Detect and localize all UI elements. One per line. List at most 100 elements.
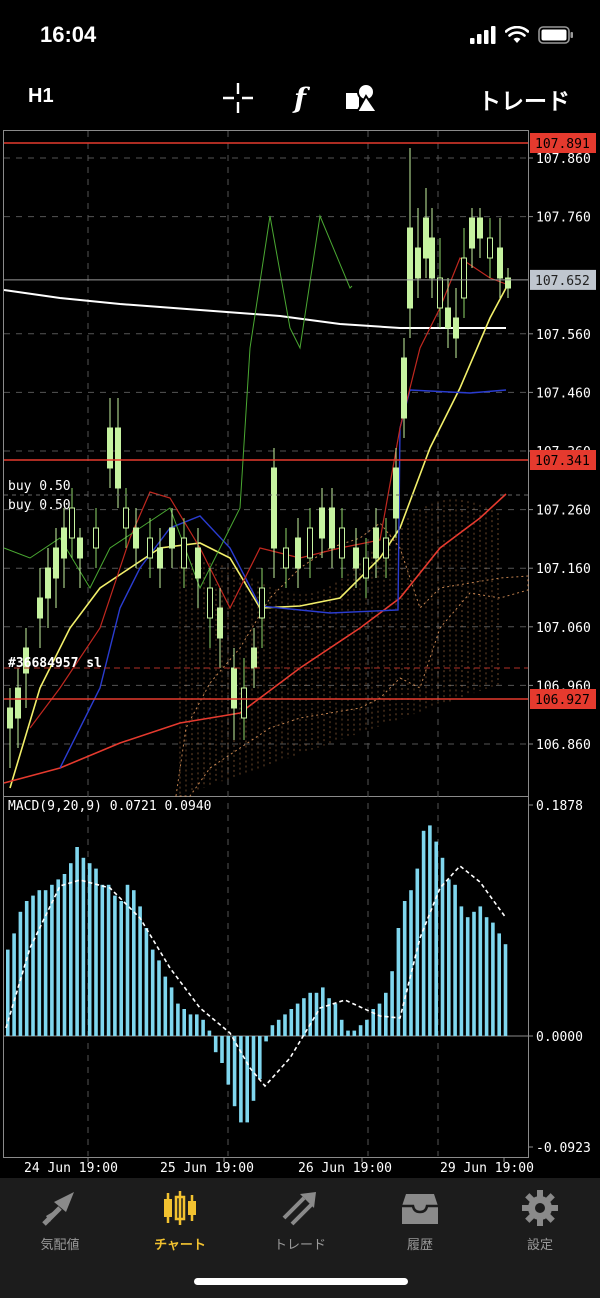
price-tick-label: 107.760: [536, 211, 591, 226]
candle-body: [271, 467, 277, 549]
macd-bar: [415, 868, 420, 1036]
candle-body: [207, 587, 213, 619]
candle-body: [415, 247, 421, 279]
tab-settings[interactable]: 設定: [480, 1188, 600, 1258]
ma-red-line: [3, 493, 507, 784]
candle-body: [45, 567, 51, 599]
macd-bar: [289, 1009, 294, 1036]
candle-body: [77, 537, 83, 559]
tab-quotes[interactable]: 気配値: [0, 1188, 120, 1258]
candle-body: [437, 277, 443, 309]
macd-bar: [258, 1036, 262, 1080]
macd-bar: [346, 1030, 350, 1036]
tab-chart[interactable]: チャート: [120, 1188, 240, 1258]
macd-bar: [302, 998, 306, 1036]
macd-bar: [113, 895, 117, 1036]
macd-bar: [6, 949, 10, 1036]
tab-trade-label: トレード: [273, 1238, 326, 1253]
tab-quotes-label: 気配値: [40, 1238, 80, 1253]
candle-body: [469, 217, 475, 249]
level-label: 107.341: [535, 454, 590, 469]
macd-bar: [56, 879, 60, 1036]
candle-body: [181, 537, 187, 569]
svg-text:f: f: [292, 82, 311, 115]
tab-trade[interactable]: トレード: [240, 1188, 360, 1258]
macd-bar: [472, 911, 476, 1036]
macd-bar: [150, 949, 155, 1036]
candle-body: [37, 597, 43, 619]
price-tick-label: 107.860: [536, 152, 591, 167]
macd-bar: [270, 1025, 275, 1036]
candle-body: [363, 557, 369, 579]
candle-body: [157, 547, 163, 569]
candle-body: [487, 237, 493, 259]
macd-bar: [176, 1003, 180, 1036]
macd-bar: [339, 1019, 344, 1036]
macd-bar: [188, 1014, 193, 1036]
status-icons: [470, 26, 574, 44]
candle-body: [339, 527, 345, 559]
macd-bar: [478, 906, 483, 1036]
signal-icon: [470, 26, 496, 44]
trade-icon: [282, 1192, 316, 1226]
macd-bar: [220, 1036, 224, 1063]
function-icon[interactable]: f: [282, 80, 318, 116]
macd-bar: [62, 874, 67, 1036]
candle-body: [393, 467, 399, 519]
wifi-icon: [505, 26, 529, 43]
macd-bar: [226, 1036, 231, 1085]
order-label: buy 0.50: [8, 479, 71, 494]
macd-bar: [232, 1036, 237, 1107]
candle-body: [259, 587, 265, 619]
trade-button[interactable]: トレード: [478, 82, 570, 116]
macd-bar: [182, 1009, 186, 1036]
objects-icon[interactable]: [344, 80, 380, 116]
macd-bar: [195, 1014, 199, 1036]
chart-toolbar: H1 f トレード: [0, 70, 600, 128]
time-label: 26 Jun 19:00: [298, 1161, 392, 1176]
candle-body: [329, 507, 335, 549]
ma-white-line: [3, 289, 506, 329]
macd-bar: [276, 1019, 281, 1036]
macd-bar: [163, 976, 168, 1036]
macd-bar: [365, 1019, 369, 1036]
price-chart[interactable]: 107.860107.760107.560107.460107.360107.2…: [0, 128, 600, 1178]
order-label: #36684957 sl: [8, 656, 102, 671]
macd-bar: [358, 1025, 363, 1036]
candle-body: [7, 707, 13, 729]
current-price-label: 107.652: [535, 274, 590, 289]
macd-bar: [50, 884, 54, 1036]
timeframe-button[interactable]: H1: [28, 85, 54, 108]
price-tick-label: 106.860: [536, 738, 591, 753]
macd-bar: [207, 1030, 212, 1036]
macd-bar: [87, 863, 92, 1036]
price-tick-label: 107.060: [536, 621, 591, 636]
crosshair-icon[interactable]: [220, 80, 256, 116]
quotes-icon: [42, 1192, 74, 1226]
macd-bar: [138, 906, 142, 1036]
macd-bar: [396, 928, 401, 1036]
candle-body: [383, 537, 389, 559]
macd-bar: [491, 922, 495, 1036]
time-label: 25 Jun 19:00: [160, 1161, 254, 1176]
tab-history[interactable]: 履歴: [360, 1188, 480, 1258]
candle-body: [53, 547, 59, 579]
macd-bar: [434, 841, 438, 1036]
candle-body: [373, 527, 379, 559]
time-label: 29 Jun 19:00: [440, 1161, 534, 1176]
price-tick-label: 107.460: [536, 386, 591, 401]
macd-bar: [384, 992, 388, 1036]
candle-body: [133, 527, 139, 549]
macd-bar: [106, 884, 111, 1036]
chart-canvas[interactable]: 107.860107.760107.560107.460107.360107.2…: [0, 128, 600, 1178]
candle-body: [401, 357, 407, 419]
macd-bar: [283, 1014, 287, 1036]
candle-body: [115, 427, 121, 489]
history-icon: [402, 1194, 438, 1224]
macd-bar: [75, 847, 79, 1036]
macd-bar: [213, 1036, 218, 1053]
kijun-line: [59, 389, 507, 769]
macd-tick-label: 0.1878: [536, 799, 583, 814]
level-label: 106.927: [535, 693, 590, 708]
macd-bar: [390, 971, 394, 1036]
